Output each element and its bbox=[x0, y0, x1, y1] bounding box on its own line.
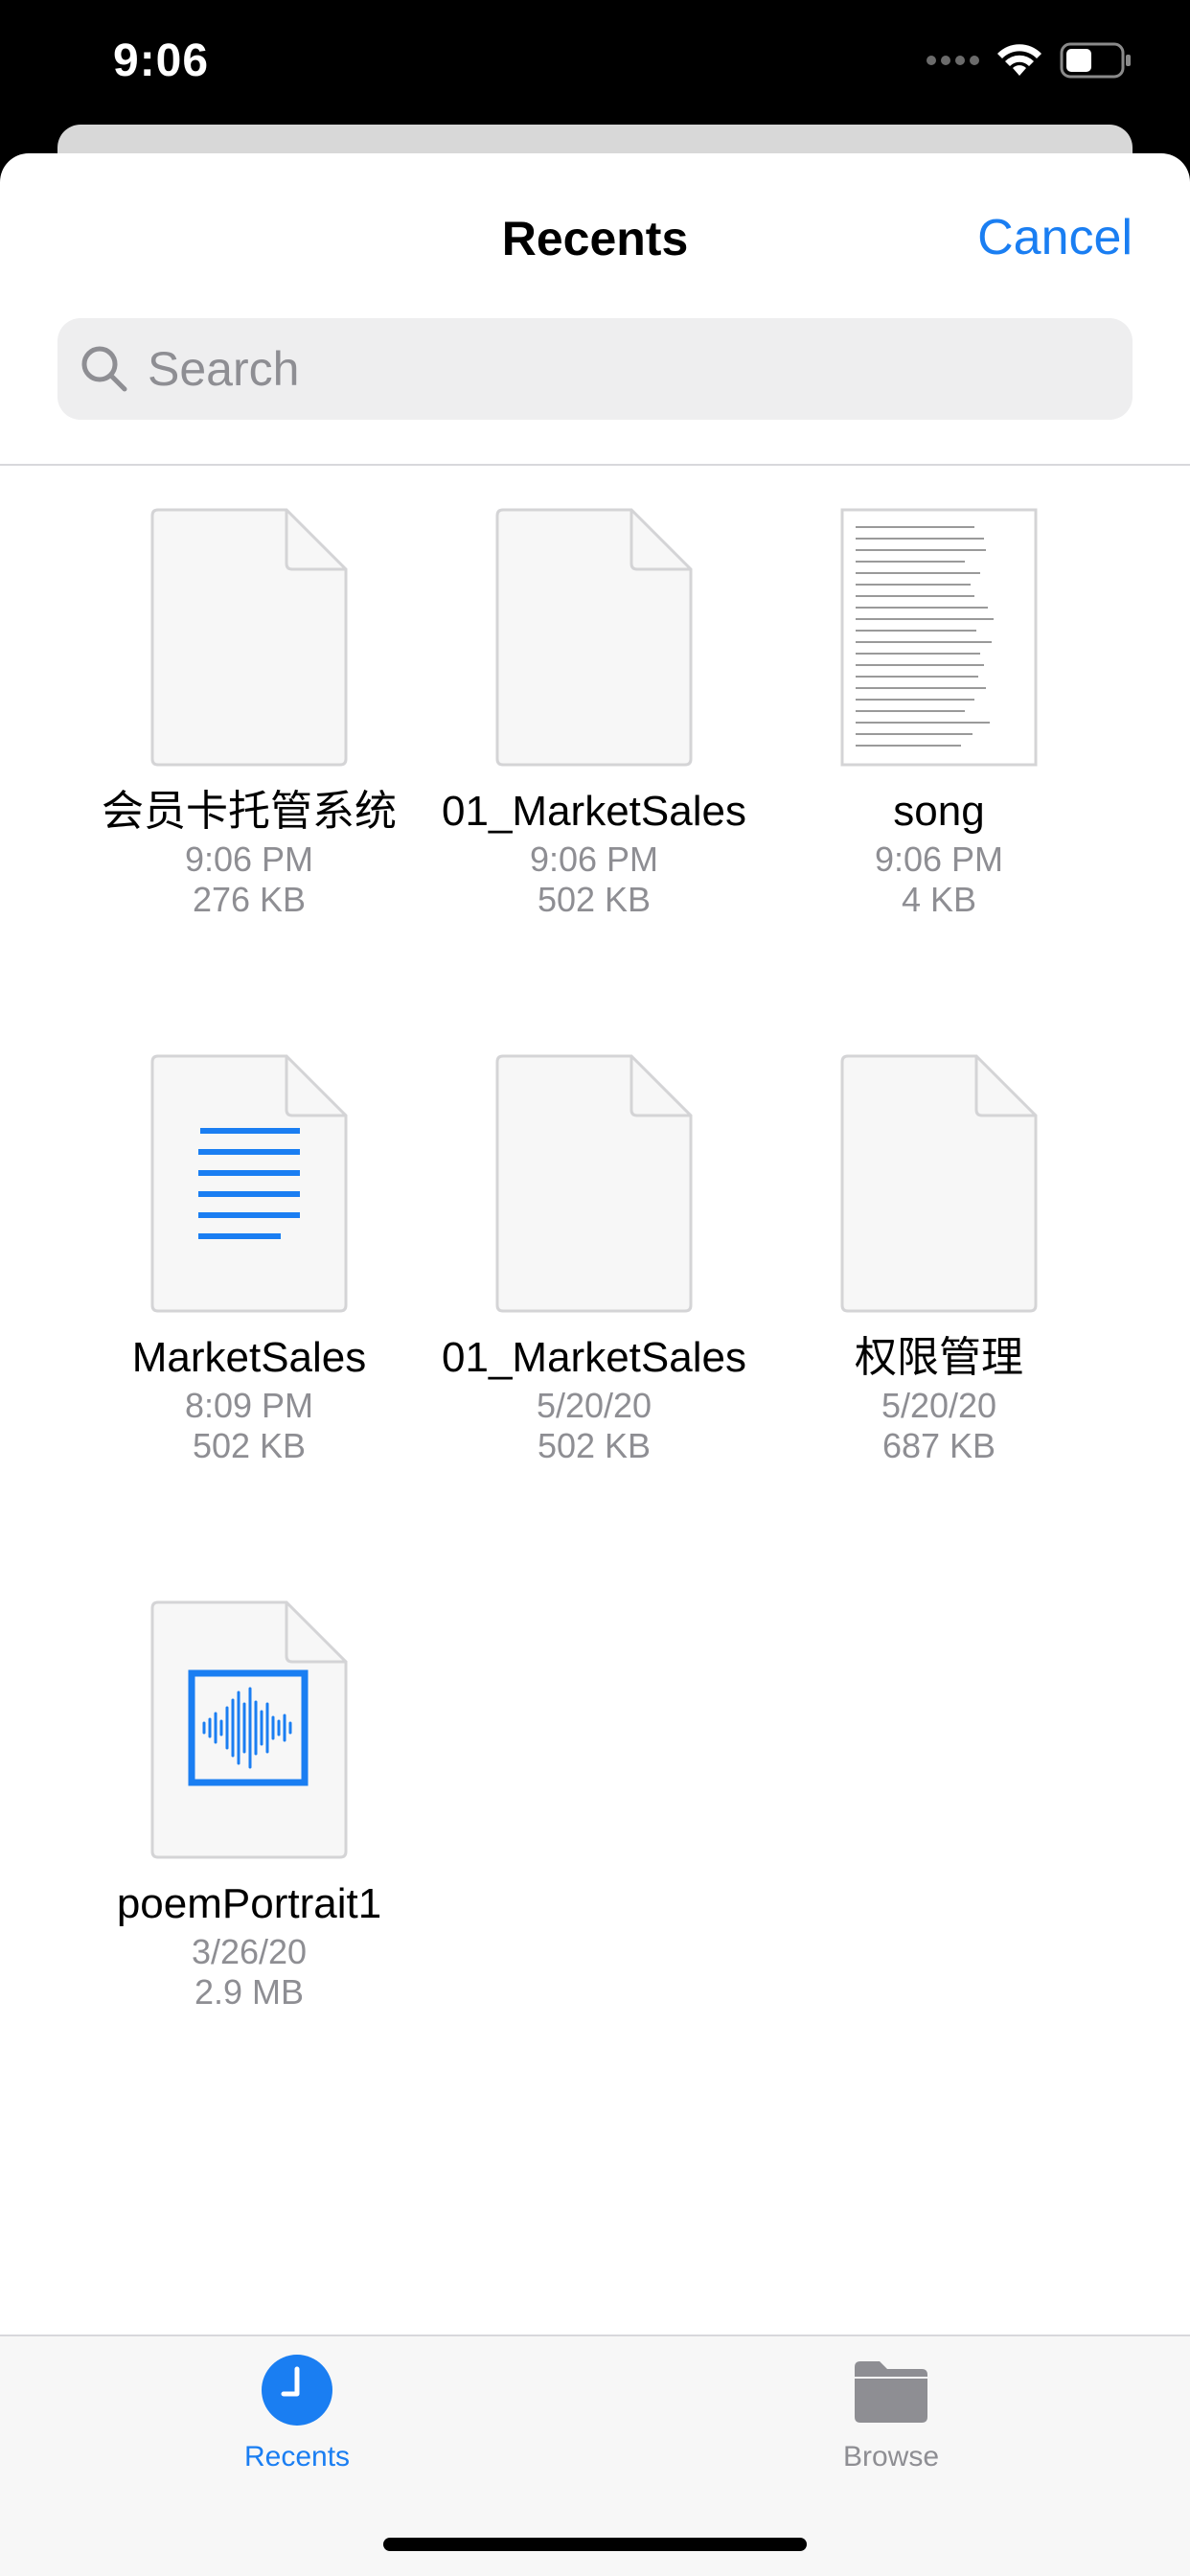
file-name: 01_MarketSales bbox=[442, 1334, 746, 1381]
file-item[interactable]: 权限管理 5/20/20 687 KB bbox=[776, 1054, 1102, 1466]
wifi-icon bbox=[997, 44, 1041, 76]
file-thumbnail bbox=[150, 1600, 348, 1859]
tab-label: Recents bbox=[243, 2441, 351, 2472]
document-icon bbox=[495, 1054, 693, 1313]
tab-bar: Recents Browse bbox=[0, 2334, 1190, 2576]
file-item[interactable]: 会员卡托管系统 9:06 PM 276 KB bbox=[86, 508, 412, 920]
cancel-button[interactable]: Cancel bbox=[977, 209, 1133, 266]
file-thumbnail bbox=[150, 508, 348, 767]
status-icons bbox=[927, 42, 1133, 79]
battery-icon bbox=[1060, 42, 1131, 79]
file-item[interactable]: MarketSales 8:09 PM 502 KB bbox=[86, 1054, 412, 1466]
file-name: MarketSales bbox=[131, 1334, 367, 1381]
cellular-signal-icon bbox=[927, 56, 979, 65]
file-size: 2.9 MB bbox=[194, 1972, 305, 2012]
file-name: 01_MarketSales bbox=[442, 788, 746, 835]
file-name: 权限管理 bbox=[855, 1334, 1023, 1381]
file-thumbnail bbox=[840, 1054, 1038, 1313]
tab-browse[interactable]: Browse bbox=[767, 2354, 1016, 2473]
document-icon bbox=[840, 1054, 1038, 1313]
file-size: 276 KB bbox=[192, 880, 307, 919]
tab-label: Browse bbox=[842, 2441, 940, 2472]
file-item[interactable]: 01_MarketSales 9:06 PM 502 KB bbox=[431, 508, 757, 920]
status-time: 9:06 bbox=[113, 35, 210, 86]
file-thumbnail bbox=[150, 1054, 348, 1313]
screen: 9:06 Recents Cancel Search 会员卡托管系统 9:06 … bbox=[0, 0, 1190, 2576]
file-item[interactable]: 01_MarketSales 5/20/20 502 KB bbox=[431, 1054, 757, 1466]
file-size: 502 KB bbox=[537, 1426, 652, 1465]
file-size: 4 KB bbox=[901, 880, 977, 919]
folder-icon bbox=[855, 2361, 927, 2423]
file-thumbnail bbox=[495, 508, 693, 767]
document-icon bbox=[495, 508, 693, 767]
divider bbox=[0, 464, 1190, 466]
home-indicator[interactable] bbox=[383, 2538, 807, 2551]
file-item[interactable]: song 9:06 PM 4 KB bbox=[776, 508, 1102, 920]
file-time: 5/20/20 bbox=[881, 1386, 997, 1425]
text-document-icon bbox=[150, 1054, 348, 1313]
file-size: 687 KB bbox=[881, 1426, 996, 1465]
file-time: 8:09 PM bbox=[184, 1386, 314, 1425]
file-time: 5/20/20 bbox=[536, 1386, 652, 1425]
file-thumbnail bbox=[495, 1054, 693, 1313]
document-icon bbox=[150, 508, 348, 767]
file-size: 502 KB bbox=[537, 880, 652, 919]
search-input[interactable] bbox=[146, 340, 1088, 398]
tab-recents[interactable]: Recents bbox=[172, 2354, 422, 2473]
clock-icon bbox=[262, 2355, 332, 2426]
file-name: 会员卡托管系统 bbox=[102, 788, 397, 835]
file-time: 9:06 PM bbox=[184, 840, 314, 879]
file-item[interactable]: poemPortrait1 3/26/20 2.9 MB bbox=[86, 1600, 412, 2012]
file-size: 502 KB bbox=[192, 1426, 307, 1465]
file-time: 9:06 PM bbox=[529, 840, 659, 879]
audio-waveform-icon bbox=[150, 1600, 348, 1859]
file-thumbnail bbox=[840, 508, 1038, 767]
document-picker-sheet: Recents Cancel 会员卡托管系统 9:06 PM 276 KB bbox=[0, 153, 1190, 2576]
file-name: song bbox=[893, 788, 985, 835]
search-bar[interactable] bbox=[57, 318, 1133, 420]
file-time: 3/26/20 bbox=[191, 1932, 308, 1971]
search-icon bbox=[81, 346, 127, 392]
text-preview-icon bbox=[840, 508, 1038, 767]
file-name: poemPortrait1 bbox=[116, 1880, 382, 1927]
file-time: 9:06 PM bbox=[874, 840, 1004, 879]
